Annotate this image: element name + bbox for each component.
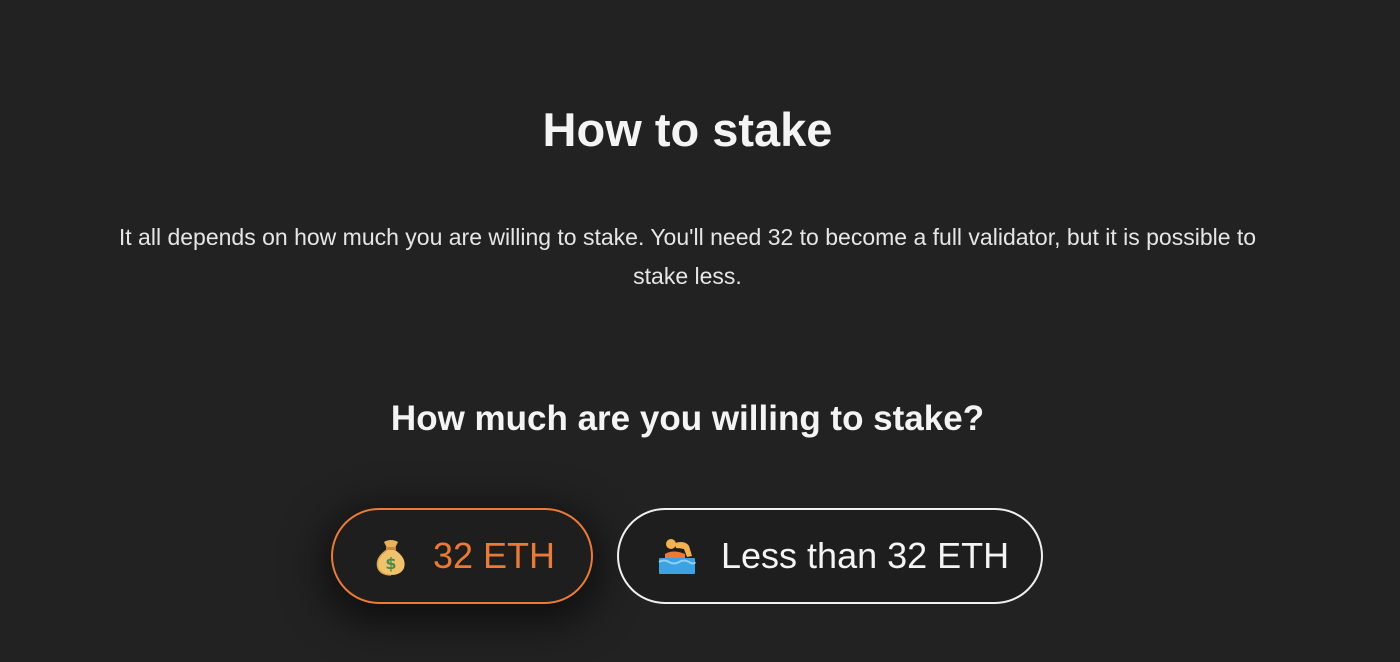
option-less-than-32-eth-label: Less than 32 ETH bbox=[721, 535, 1010, 576]
money-bag-icon: $ bbox=[376, 540, 405, 576]
stake-options: $ 32 ETH Less than 32 ETH bbox=[0, 508, 1400, 608]
option-32-eth-label: 32 ETH bbox=[433, 535, 556, 576]
stake-amount-question: How much are you willing to stake? bbox=[390, 399, 985, 438]
option-32-eth-button[interactable]: $ 32 ETH bbox=[331, 508, 593, 604]
how-to-stake-section: How to stake It all depends on how much … bbox=[0, 0, 1400, 662]
section-title: How to stake bbox=[542, 103, 833, 156]
swimmer-icon bbox=[658, 539, 696, 574]
svg-text:$: $ bbox=[385, 554, 396, 573]
section-description: It all depends on how much you are willi… bbox=[118, 224, 1257, 289]
option-less-than-32-eth-button[interactable]: Less than 32 ETH bbox=[617, 508, 1043, 604]
